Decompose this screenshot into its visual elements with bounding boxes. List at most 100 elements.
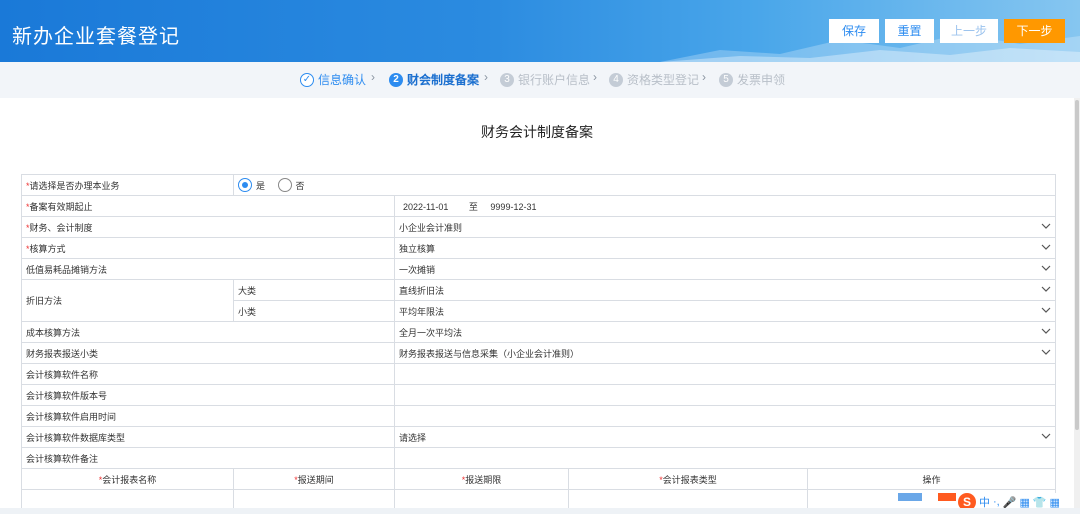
row-delete-button[interactable] <box>938 493 956 501</box>
depreciation-major-select[interactable]: 直线折旧法 <box>393 279 1057 301</box>
radio-no-label: 否 <box>295 180 305 191</box>
step-label: 发票申领 <box>737 73 786 87</box>
period-end-input[interactable]: 9999-12-31 <box>490 202 536 212</box>
check-icon: ✓ <box>300 72 314 87</box>
form-row-report-sub: 财务报表报送小类 财务报表报送与信息采集（小企业会计准则） <box>21 342 1057 364</box>
chevron-right-icon: › <box>484 70 488 84</box>
period-field: 2022-11-01 至 9999-12-31 <box>393 195 1057 217</box>
column-header: *报送期间 <box>233 468 395 490</box>
form-row-software-db: 会计核算软件数据库类型 请选择 <box>21 426 1057 448</box>
period-start-input[interactable]: 2022-11-01 <box>403 202 448 212</box>
step-number-icon: 4 <box>609 72 623 87</box>
field-label: *财务、会计制度 <box>21 216 395 238</box>
app-header: 新办企业套餐登记 保存 重置 上一步 下一步 <box>0 0 1080 62</box>
software-db-select[interactable]: 请选择 <box>393 426 1057 448</box>
chevron-down-icon <box>1041 244 1051 250</box>
report-table-header: *会计报表名称 *报送期间 *报送期限 *会计报表类型 操作 <box>21 468 1057 490</box>
step-5-invoice[interactable]: 5 发票申领 <box>719 71 785 88</box>
save-button[interactable]: 保存 <box>829 19 879 43</box>
field-label: *备案有效期起止 <box>21 195 395 217</box>
form-row-software-note: 会计核算软件备注 <box>21 447 1057 469</box>
step-3-bank-account[interactable]: 3 银行账户信息 <box>500 71 590 88</box>
amortization-select[interactable]: 一次摊销 <box>393 258 1057 280</box>
step-2-accounting-filing[interactable]: 2 财会制度备案 <box>389 71 479 88</box>
accounting-system-select[interactable]: 小企业会计准则 <box>393 216 1057 238</box>
radio-yes[interactable] <box>238 178 252 192</box>
form-row-amortization: 低值易耗品摊销方法 一次摊销 <box>21 258 1057 280</box>
field-label: 成本核算方法 <box>21 321 395 343</box>
radio-no[interactable] <box>277 178 292 192</box>
previous-step-button[interactable]: 上一步 <box>940 19 998 43</box>
step-4-qualification[interactable]: 4 资格类型登记 <box>609 71 699 88</box>
field-label: 会计核算软件启用时间 <box>21 405 395 427</box>
field-label: *请选择是否办理本业务 <box>21 174 234 196</box>
sub-label: 小类 <box>233 300 395 322</box>
chevron-down-icon <box>1041 349 1051 355</box>
form-row-software-name: 会计核算软件名称 <box>21 363 1057 385</box>
step-number-icon: 5 <box>719 72 733 87</box>
chevron-down-icon <box>1041 328 1051 334</box>
field-label: 会计核算软件名称 <box>21 363 395 385</box>
vertical-scrollbar[interactable] <box>1074 98 1080 514</box>
form-row-software-start: 会计核算软件启用时间 <box>21 405 1057 427</box>
form-row-cost: 成本核算方法 全月一次平均法 <box>21 321 1057 343</box>
chevron-down-icon <box>1041 307 1051 313</box>
page-title: 财务会计制度备案 <box>481 124 593 140</box>
sub-label: 大类 <box>233 279 395 301</box>
column-header: *会计报表名称 <box>21 468 234 490</box>
field-label: *核算方式 <box>21 237 395 259</box>
chevron-right-icon: › <box>593 70 597 84</box>
column-header: *会计报表类型 <box>568 468 808 490</box>
step-1-info-confirm[interactable]: ✓ 信息确认 <box>300 71 366 88</box>
form-row-period: *备案有效期起止 2022-11-01 至 9999-12-31 <box>21 195 1057 217</box>
step-label: 财会制度备案 <box>407 73 480 87</box>
radio-yes-label: 是 <box>256 180 266 191</box>
row-action-button[interactable] <box>898 493 922 501</box>
form-row-system: *财务、会计制度 小企业会计准则 <box>21 216 1057 238</box>
chevron-down-icon <box>1041 433 1051 439</box>
form-row-handle: *请选择是否办理本业务 是 否 <box>21 174 1057 196</box>
form-row-depreciation-major: 折旧方法 大类 直线折旧法 <box>21 279 1057 322</box>
keyboard-icon[interactable]: ▦ <box>1019 496 1029 509</box>
app-title: 新办企业套餐登记 <box>12 26 180 48</box>
field-label: 折旧方法 <box>21 279 234 322</box>
chevron-down-icon <box>1041 223 1051 229</box>
form-row-software-version: 会计核算软件版本号 <box>21 384 1057 406</box>
chevron-down-icon <box>1041 265 1051 271</box>
step-label: 资格类型登记 <box>627 73 700 87</box>
chevron-right-icon: › <box>702 70 706 84</box>
software-version-input[interactable] <box>393 384 1057 406</box>
field-label: 会计核算软件版本号 <box>21 384 395 406</box>
microphone-icon[interactable]: 🎤 <box>1003 496 1017 509</box>
field-label: 会计核算软件备注 <box>21 447 395 469</box>
bottom-bar <box>0 508 1080 514</box>
depreciation-minor-select[interactable]: 平均年限法 <box>393 300 1057 322</box>
step-number-icon: 3 <box>500 72 514 87</box>
accounting-filing-form: *请选择是否办理本业务 是 否 *备案有效期起止 2022-11-01 至 99… <box>21 174 1057 511</box>
step-progress-bar: ✓ 信息确认 › 2 财会制度备案 › 3 银行账户信息 › 4 资格类型登记 … <box>0 62 1080 98</box>
field-label: 财务报表报送小类 <box>21 342 395 364</box>
period-to-text: 至 <box>468 201 478 212</box>
software-note-input[interactable] <box>393 447 1057 469</box>
skin-icon[interactable]: 👕 <box>1033 496 1047 509</box>
column-header: *报送期限 <box>394 468 569 490</box>
column-header: 操作 <box>806 468 1057 490</box>
main-content: 财务会计制度备案 *请选择是否办理本业务 是 否 *备案有效期起止 2022-1… <box>0 98 1074 514</box>
cost-method-select[interactable]: 全月一次平均法 <box>393 321 1057 343</box>
report-subcategory-select[interactable]: 财务报表报送与信息采集（小企业会计准则） <box>393 342 1057 364</box>
toolbox-icon[interactable]: ▦ <box>1050 496 1060 509</box>
handle-radio-group: 是 否 <box>232 174 1057 196</box>
reset-button[interactable]: 重置 <box>885 19 934 43</box>
chevron-down-icon <box>1041 286 1051 292</box>
software-name-input[interactable] <box>393 363 1057 385</box>
field-label: 会计核算软件数据库类型 <box>21 426 395 448</box>
field-label: 低值易耗品摊销方法 <box>21 258 395 280</box>
form-row-accounting: *核算方式 独立核算 <box>21 237 1057 259</box>
next-step-button[interactable]: 下一步 <box>1004 19 1065 43</box>
ime-punctuation-icon[interactable]: ·, <box>993 496 1000 508</box>
chevron-right-icon: › <box>371 70 375 84</box>
accounting-method-select[interactable]: 独立核算 <box>393 237 1057 259</box>
step-label: 银行账户信息 <box>518 73 591 87</box>
scrollbar-thumb[interactable] <box>1075 100 1079 430</box>
software-start-input[interactable] <box>393 405 1057 427</box>
